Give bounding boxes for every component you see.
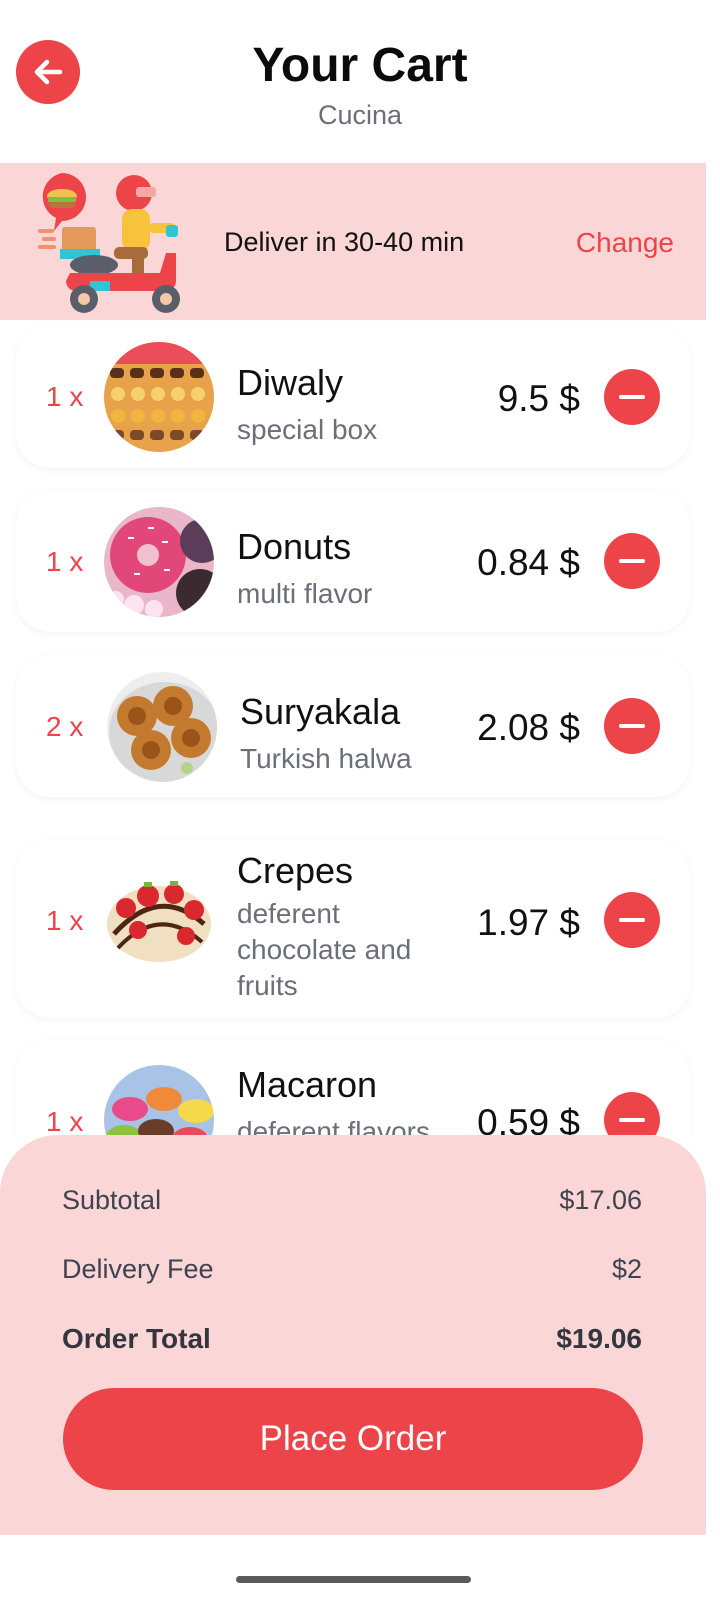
home-indicator[interactable] — [236, 1576, 471, 1583]
item-image — [104, 864, 214, 974]
item-price: 9.5 $ — [497, 378, 580, 419]
item-quantity: 1 x — [46, 905, 84, 936]
item-name: Suryakala — [240, 691, 401, 732]
remove-item-button[interactable] — [604, 533, 660, 589]
delivery-fee-value: $2 — [611, 1254, 642, 1284]
delivery-banner: Deliver in 30-40 min Change — [0, 163, 706, 320]
item-description: multi flavor — [237, 578, 373, 609]
cart-item[interactable]: 1 x Crepes deferent chocolate and fruits… — [16, 840, 690, 1018]
remove-item-button[interactable] — [604, 892, 660, 948]
item-name: Diwaly — [237, 362, 344, 403]
remove-item-button[interactable] — [604, 369, 660, 425]
remove-item-button[interactable] — [604, 1092, 660, 1135]
item-price: 2.08 $ — [477, 707, 580, 748]
minus-icon — [619, 395, 645, 399]
item-description: Turkish halwa — [240, 743, 412, 774]
order-total-value: $19.06 — [556, 1323, 642, 1354]
item-price: 0.59 $ — [477, 1102, 580, 1135]
item-image — [104, 507, 214, 617]
item-price: 0.84 $ — [477, 542, 580, 583]
page-title: Your Cart — [252, 39, 468, 92]
item-image — [104, 1065, 214, 1135]
item-name: Donuts — [237, 526, 352, 567]
minus-icon — [619, 1118, 645, 1122]
delivery-time-text: Deliver in 30-40 min — [224, 227, 465, 257]
delivery-fee-label: Delivery Fee — [62, 1254, 214, 1284]
cart-items-list[interactable]: 1 x Diwaly special box 9.5 $ 1 x Donuts … — [0, 320, 720, 1135]
place-order-button[interactable]: Place Order — [63, 1388, 643, 1490]
item-description: special box — [237, 414, 378, 445]
subtotal-value: $17.06 — [559, 1185, 642, 1215]
minus-icon — [619, 724, 645, 728]
header: Your Cart Cucina — [0, 0, 720, 163]
cart-item[interactable]: 1 x Macaron deferent flavors 0.59 $ — [16, 1040, 690, 1135]
order-summary-panel: Subtotal $17.06 Delivery Fee $2 Order To… — [0, 1135, 706, 1535]
item-image — [107, 672, 217, 782]
item-description: deferent chocolate and fruits — [237, 898, 412, 1001]
item-description: deferent flavors — [237, 1116, 430, 1135]
minus-icon — [619, 918, 645, 922]
cart-item[interactable]: 1 x Diwaly special box 9.5 $ — [16, 326, 690, 468]
delivery-scooter-icon — [38, 173, 180, 313]
item-price: 1.97 $ — [477, 902, 580, 943]
item-name: Crepes — [237, 850, 354, 891]
item-quantity: 1 x — [46, 1106, 84, 1135]
item-name: Macaron — [237, 1064, 378, 1105]
restaurant-name: Cucina — [317, 100, 403, 130]
item-quantity: 2 x — [46, 711, 84, 742]
minus-icon — [619, 559, 645, 563]
change-delivery-link[interactable]: Change — [576, 227, 674, 259]
order-total-label: Order Total — [62, 1323, 211, 1354]
delivery-fee-row: Delivery Fee $2 — [62, 1254, 642, 1285]
item-quantity: 1 x — [46, 546, 84, 577]
remove-item-button[interactable] — [604, 698, 660, 754]
cart-item[interactable]: 1 x Donuts multi flavor 0.84 $ — [16, 490, 690, 632]
order-total-row: Order Total $19.06 — [62, 1323, 642, 1355]
item-quantity: 1 x — [46, 381, 84, 412]
item-image — [104, 342, 214, 452]
subtotal-row: Subtotal $17.06 — [62, 1185, 642, 1216]
cart-item[interactable]: 2 x Suryakala Turkish halwa 2.08 $ — [16, 655, 690, 797]
subtotal-label: Subtotal — [62, 1185, 162, 1215]
